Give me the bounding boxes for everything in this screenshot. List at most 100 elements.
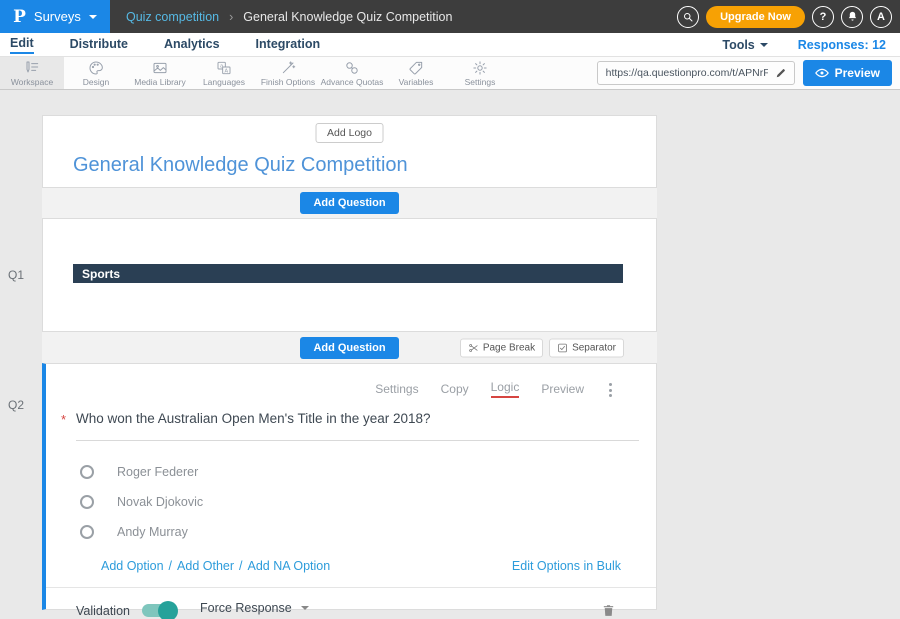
chevron-down-icon — [301, 606, 309, 610]
question-text-row: * Who won the Australian Open Men's Titl… — [61, 411, 639, 441]
scissors-icon — [468, 342, 479, 353]
nav-tab-analytics[interactable]: Analytics — [164, 37, 220, 53]
survey-url-field — [597, 61, 795, 85]
question-number-q1: Q1 — [8, 268, 24, 282]
validation-toggle[interactable] — [142, 604, 176, 617]
toolbar-item-label: Languages — [203, 77, 245, 87]
survey-url-input[interactable] — [598, 67, 768, 79]
add-question-band-1: Add Question — [42, 188, 657, 218]
nav-tab-edit[interactable]: Edit — [10, 36, 34, 54]
responses-count-link[interactable]: Responses: 12 — [798, 38, 886, 52]
notifications-button[interactable] — [841, 6, 863, 28]
toolbar-item-label: Advance Quotas — [321, 77, 384, 87]
separator-button[interactable]: Separator — [549, 338, 624, 357]
answer-option-row[interactable]: Novak Djokovic — [80, 487, 656, 517]
question-action-menu: Settings Copy Logic Preview — [46, 364, 656, 398]
toolbar-item-workspace[interactable]: Workspace — [0, 57, 64, 89]
preview-label: Preview — [835, 66, 880, 80]
radio-button-icon[interactable] — [80, 525, 94, 539]
answer-options: Roger Federer Novak Djokovic Andy Murray — [80, 457, 656, 547]
questionpro-app: P Surveys Quiz competition › General Kno… — [0, 0, 900, 619]
nav-right: Tools Responses: 12 — [722, 38, 886, 52]
nav-tab-distribute[interactable]: Distribute — [70, 37, 128, 53]
bell-icon — [846, 10, 859, 23]
page-break-button[interactable]: Page Break — [460, 338, 543, 357]
tools-label: Tools — [722, 38, 754, 52]
nav-tab-integration[interactable]: Integration — [256, 37, 321, 53]
help-button[interactable]: ? — [812, 6, 834, 28]
question-logic-link[interactable]: Logic — [491, 380, 520, 398]
languages-icon: aA — [216, 60, 232, 76]
toolbar-item-advance-quotas[interactable]: Advance Quotas — [320, 57, 384, 89]
toolbar-item-languages[interactable]: aA Languages — [192, 57, 256, 89]
upgrade-now-button[interactable]: Upgrade Now — [706, 6, 805, 28]
eye-icon — [815, 66, 829, 80]
toolbar-item-label: Variables — [399, 77, 434, 87]
radio-button-icon[interactable] — [80, 465, 94, 479]
answer-option-label[interactable]: Roger Federer — [117, 465, 198, 479]
workspace-icon — [24, 60, 40, 76]
avatar[interactable]: A — [870, 6, 892, 28]
answer-option-row[interactable]: Roger Federer — [80, 457, 656, 487]
surveys-menu[interactable]: P Surveys — [0, 0, 110, 33]
tools-dropdown[interactable]: Tools — [722, 38, 767, 52]
answer-option-label[interactable]: Novak Djokovic — [117, 495, 203, 509]
q2-question-card: Settings Copy Logic Preview * Who won th… — [42, 363, 657, 610]
answer-option-row[interactable]: Andy Murray — [80, 517, 656, 547]
preview-button[interactable]: Preview — [803, 60, 892, 86]
question-settings-link[interactable]: Settings — [375, 382, 418, 396]
toolbar-item-media-library[interactable]: Media Library — [128, 57, 192, 89]
edit-options-in-bulk-link[interactable]: Edit Options in Bulk — [512, 559, 621, 573]
add-question-button[interactable]: Add Question — [300, 192, 398, 214]
question-preview-link[interactable]: Preview — [541, 382, 584, 396]
search-button[interactable] — [677, 6, 699, 28]
checkbox-checked-icon — [557, 342, 568, 353]
add-question-band-2: Add Question Page Break Separator — [42, 332, 657, 363]
q1-section-title-bar[interactable]: Sports — [73, 264, 623, 283]
toolbar-item-settings[interactable]: Settings — [448, 57, 512, 89]
svg-text:A: A — [225, 68, 229, 74]
add-logo-button[interactable]: Add Logo — [315, 123, 384, 143]
add-option-link[interactable]: Add Option — [101, 559, 164, 573]
answer-option-label[interactable]: Andy Murray — [117, 525, 188, 539]
validation-type-dropdown[interactable]: Force Response — [200, 601, 309, 619]
page-break-label: Page Break — [483, 342, 535, 353]
toolbar-item-variables[interactable]: Variables — [384, 57, 448, 89]
add-question-button[interactable]: Add Question — [300, 337, 398, 359]
top-bar: P Surveys Quiz competition › General Kno… — [0, 0, 900, 33]
edit-toolbar: Workspace Design Media Library aA Langua… — [0, 57, 900, 90]
topbar-actions: Upgrade Now ? A — [677, 6, 892, 28]
toolbar-item-label: Finish Options — [261, 77, 315, 87]
edit-url-button[interactable] — [768, 62, 794, 84]
radio-button-icon[interactable] — [80, 495, 94, 509]
toolbar-item-design[interactable]: Design — [64, 57, 128, 89]
add-na-option-link[interactable]: Add NA Option — [248, 559, 331, 573]
survey-title[interactable]: General Knowledge Quiz Competition — [73, 154, 408, 177]
toolbar-item-finish-options[interactable]: Finish Options — [256, 57, 320, 89]
insert-controls: Page Break Separator — [460, 338, 624, 357]
validation-row: Validation Force Response — [76, 601, 616, 619]
media-library-icon — [152, 60, 168, 76]
kebab-menu-icon[interactable] — [607, 381, 614, 399]
search-icon — [682, 11, 694, 23]
delete-question-button[interactable] — [601, 603, 616, 618]
q1-section-card[interactable]: Sports — [42, 218, 657, 332]
validation-type-value: Force Response — [200, 601, 292, 615]
pencil-icon — [775, 67, 787, 79]
breadcrumb: Quiz competition › General Knowledge Qui… — [126, 10, 452, 24]
toggle-knob — [158, 601, 178, 619]
question-text[interactable]: Who won the Australian Open Men's Title … — [76, 411, 639, 441]
add-other-link[interactable]: Add Other — [177, 559, 234, 573]
chevron-down-icon — [89, 15, 97, 19]
breadcrumb-separator: › — [229, 10, 233, 24]
design-icon — [88, 60, 104, 76]
question-copy-link[interactable]: Copy — [441, 382, 469, 396]
toolbar-item-label: Workspace — [11, 77, 53, 87]
breadcrumb-folder-link[interactable]: Quiz competition — [126, 10, 219, 24]
survey-header-card: Add Logo General Knowledge Quiz Competit… — [42, 115, 657, 188]
toolbar-right: Preview — [597, 57, 892, 89]
advance-quotas-icon — [344, 60, 360, 76]
separator-label: Separator — [572, 342, 616, 353]
validation-label: Validation — [76, 604, 130, 618]
breadcrumb-survey-name: General Knowledge Quiz Competition — [243, 10, 452, 24]
